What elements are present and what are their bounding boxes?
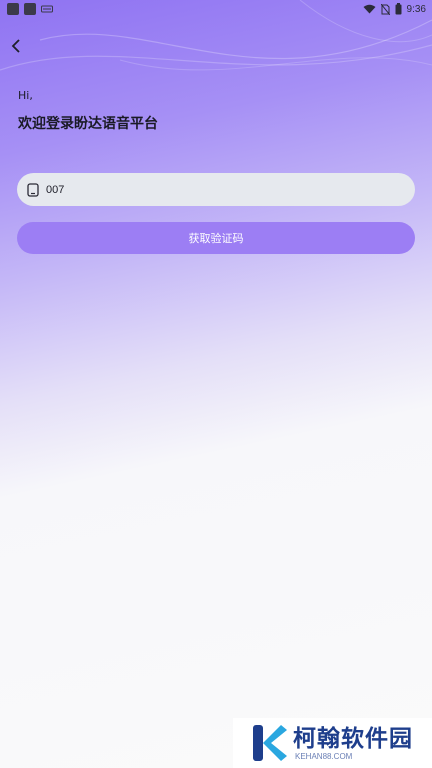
status-bar: 9:36	[0, 0, 432, 18]
chevron-left-icon	[11, 39, 20, 53]
wifi-icon	[363, 4, 376, 14]
phone-input[interactable]	[46, 174, 386, 205]
get-verification-code-button[interactable]: 获取验证码	[17, 222, 415, 254]
watermark-subtitle: KEHAN88.COM	[295, 751, 353, 761]
keyboard-icon	[41, 5, 53, 13]
phone-input-container[interactable]	[17, 173, 415, 206]
page-title: 欢迎登录盼达语音平台	[18, 116, 158, 132]
watermark-title: 柯翰软件园	[293, 725, 413, 752]
notification-icon	[24, 3, 36, 15]
no-sim-icon	[380, 3, 390, 15]
notification-icon	[7, 3, 19, 15]
phone-icon	[26, 182, 40, 197]
battery-icon	[395, 3, 402, 15]
k-logo-icon	[253, 725, 287, 761]
status-time: 9:36	[406, 3, 426, 15]
greeting-hi: Hi,	[18, 89, 33, 102]
watermark-logo: 柯翰软件园 KEHAN88.COM	[233, 718, 432, 768]
back-button[interactable]	[6, 36, 26, 56]
